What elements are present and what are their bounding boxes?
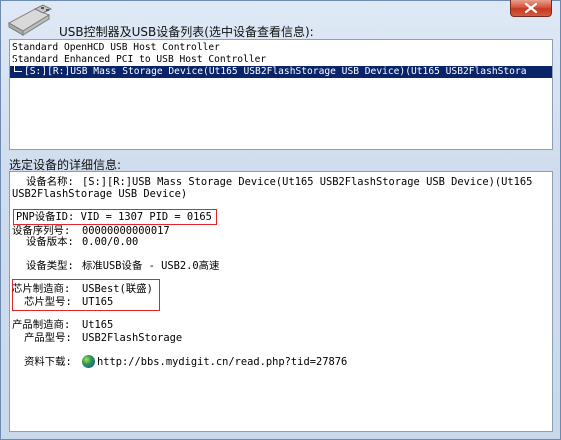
list-item-label: Standard Enhanced PCI to USB Host Contro… xyxy=(12,54,267,65)
device-name-value-cont: USB2FlashStorage USB Device) xyxy=(12,188,188,200)
version-label: 设备版本: xyxy=(26,236,74,248)
download-link[interactable]: http://bbs.mydigit.cn/read.php?tid=27876 xyxy=(97,356,347,369)
device-list[interactable]: Standard OpenHCD USB Host Controller Sta… xyxy=(9,39,553,150)
list-item[interactable]: Standard Enhanced PCI to USB Host Contro… xyxy=(12,54,266,66)
type-value: 标准USB设备 - USB2.0高速 xyxy=(82,260,220,272)
download-label: 资料下载: xyxy=(24,356,72,368)
tree-connector xyxy=(14,58,22,72)
type-label: 设备类型: xyxy=(26,260,74,272)
chip-vendor-label: 芯片制造商: xyxy=(12,283,71,295)
list-item[interactable]: Standard OpenHCD USB Host Controller xyxy=(12,42,220,54)
list-item-label: [S:][R:]USB Mass Storage Device(Ut165 US… xyxy=(24,66,527,77)
details-panel[interactable]: 设备名称: [S:][R:]USB Mass Storage Device(Ut… xyxy=(9,171,553,432)
device-list-title: USB控制器及USB设备列表(选中设备查看信息): xyxy=(59,25,314,39)
main-window: USB控制器及USB设备列表(选中设备查看信息): Standard OpenH… xyxy=(0,0,561,440)
usb-drive-icon xyxy=(7,4,53,36)
list-item-label: Standard OpenHCD USB Host Controller xyxy=(12,42,220,53)
globe-icon xyxy=(82,355,95,368)
close-button[interactable] xyxy=(510,0,552,17)
product-model-value: USB2FlashStorage xyxy=(82,332,183,344)
pnp-id: PNP设备ID: VID = 1307 PID = 0165 xyxy=(16,211,212,223)
chip-model-value: UT165 xyxy=(82,296,114,308)
chip-vendor-value: USBest(联盛) xyxy=(82,283,153,295)
list-item-selected[interactable]: [S:][R:]USB Mass Storage Device(Ut165 US… xyxy=(10,58,552,78)
product-model-label: 产品型号: xyxy=(24,332,72,344)
version-value: 0.00/0.00 xyxy=(82,236,139,248)
chip-model-label: 芯片型号: xyxy=(24,296,72,308)
product-vendor-value: Ut165 xyxy=(82,319,114,331)
product-vendor-label: 产品制造商: xyxy=(12,319,71,331)
close-icon xyxy=(525,3,537,13)
title-bar: USB控制器及USB设备列表(选中设备查看信息): xyxy=(1,0,560,39)
